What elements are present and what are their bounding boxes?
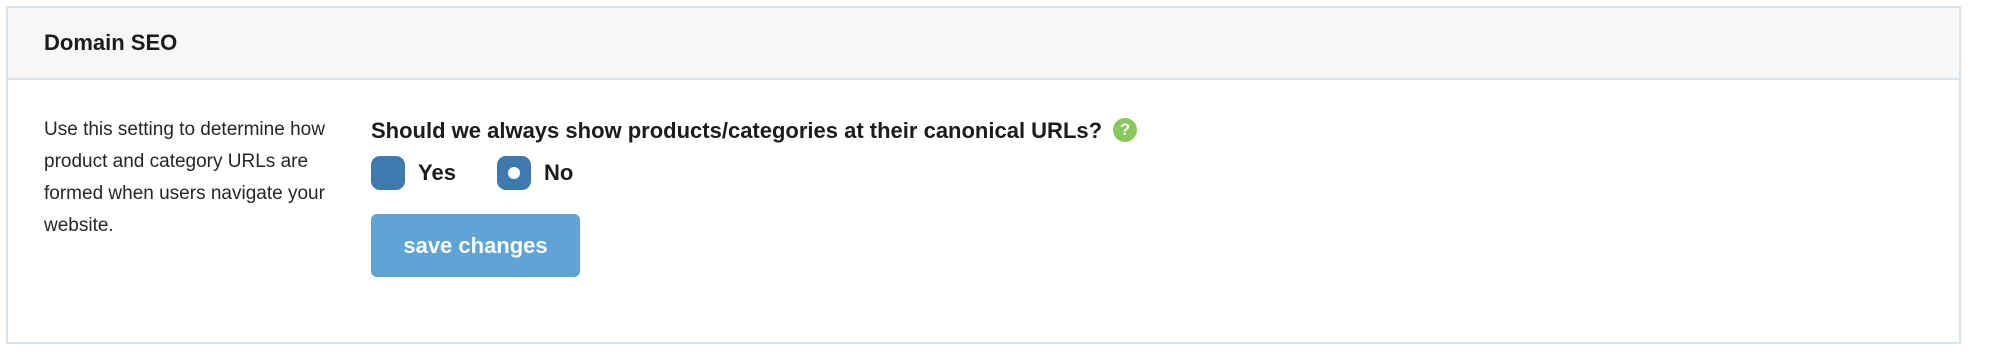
radio-group: Yes No bbox=[371, 156, 1137, 190]
save-changes-button[interactable]: save changes bbox=[371, 214, 580, 277]
canonical-url-setting: Should we always show products/categorie… bbox=[371, 117, 1138, 277]
option-yes[interactable]: Yes bbox=[371, 156, 456, 190]
panel-title: Domain SEO bbox=[44, 30, 178, 55]
radio-no[interactable] bbox=[496, 156, 531, 190]
question-row: Should we always show products/categorie… bbox=[371, 117, 1138, 144]
question-label: Should we always show products/categorie… bbox=[371, 118, 1103, 143]
option-no-label[interactable]: No bbox=[544, 160, 573, 186]
option-no[interactable]: No bbox=[496, 156, 573, 190]
panel-body: Use this setting to determine how produc… bbox=[8, 80, 1959, 344]
radio-dot bbox=[507, 167, 520, 179]
help-icon[interactable]: ? bbox=[1113, 117, 1138, 142]
option-yes-label[interactable]: Yes bbox=[418, 160, 456, 186]
panel-header: Domain SEO bbox=[8, 8, 1959, 80]
radio-yes[interactable] bbox=[371, 156, 405, 190]
setting-description: Use this setting to determine how produc… bbox=[44, 119, 325, 236]
domain-seo-panel: Domain SEO Use this setting to determine… bbox=[6, 6, 1961, 344]
